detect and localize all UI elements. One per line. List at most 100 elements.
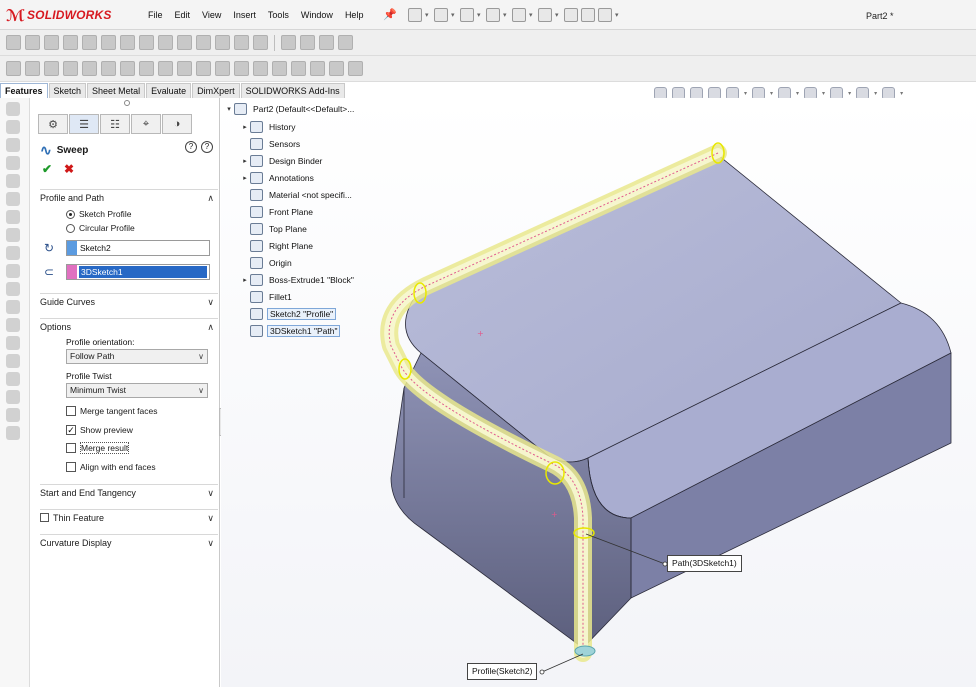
extrude-icon[interactable] [6, 61, 21, 76]
chevron-down-icon[interactable]: ▾ [796, 90, 799, 97]
settings-icon[interactable] [338, 35, 353, 50]
tree-item-history[interactable]: ▸ History [240, 120, 297, 134]
fillet-icon[interactable] [139, 61, 154, 76]
section-profile-and-path[interactable]: Profile and Path ∧ [40, 189, 218, 205]
reference-icon[interactable] [6, 408, 20, 422]
tree-item-design-binder[interactable]: ▸ Design Binder [240, 154, 324, 168]
checkbox[interactable] [66, 462, 76, 472]
profile-callout[interactable]: Profile(Sketch2) [467, 663, 538, 680]
tab-evaluate[interactable]: Evaluate [146, 83, 192, 98]
hole-wizard-icon[interactable] [6, 210, 20, 224]
chevron-down-icon[interactable]: ▾ [900, 90, 903, 97]
measure-icon[interactable] [82, 35, 97, 50]
radio-sketch-profile[interactable]: Sketch Profile [66, 208, 131, 220]
section-start-end-tangency[interactable]: Start and End Tangency ∨ [40, 484, 218, 500]
chevron-down-icon[interactable]: ▾ [477, 11, 483, 19]
tab-sketch[interactable]: Sketch [48, 83, 87, 98]
curves-tool-icon[interactable] [6, 426, 20, 440]
shield-icon[interactable] [120, 35, 135, 50]
chamfer-icon[interactable] [158, 61, 173, 76]
radio-circular-profile[interactable]: Circular Profile [66, 222, 135, 234]
mirror-feature-icon[interactable] [291, 61, 306, 76]
pattern-icon[interactable] [177, 61, 192, 76]
checkbox[interactable] [66, 406, 76, 416]
tree-item-right-plane[interactable]: Right Plane [240, 239, 315, 253]
revolved-cut-icon[interactable] [6, 228, 20, 242]
constraint-icon[interactable] [158, 35, 173, 50]
checkbox-checked[interactable]: ✓ [66, 425, 76, 435]
intersect-icon[interactable] [272, 61, 287, 76]
rib-tool-icon[interactable] [6, 336, 20, 350]
chevron-down-icon[interactable]: ▾ [503, 11, 509, 19]
align-end-faces-option[interactable]: Align with end faces [66, 461, 156, 473]
path-callout[interactable]: Path(3DSketch1) [667, 555, 742, 572]
path-selection-box[interactable]: 3DSketch1 [66, 264, 210, 280]
property-manager-tab-icon[interactable]: ☰ [69, 114, 99, 134]
tree-item-origin[interactable]: Origin [240, 256, 294, 270]
copy-icon[interactable] [300, 35, 315, 50]
spell-check-icon[interactable] [6, 35, 21, 50]
expand-toggle-icon[interactable]: ▸ [240, 174, 250, 182]
expand-toggle-icon[interactable]: ▸ [240, 123, 250, 131]
lofted-boss-icon[interactable] [6, 156, 20, 170]
target-icon[interactable] [319, 35, 334, 50]
section-guide-curves[interactable]: Guide Curves ∨ [40, 293, 218, 309]
expand-toggle-icon[interactable]: ▸ [240, 157, 250, 165]
tree-item-annotations[interactable]: ▸ Annotations [240, 171, 316, 185]
chevron-down-icon[interactable]: ▾ [529, 11, 535, 19]
revolved-boss-icon[interactable] [6, 120, 20, 134]
new-document-icon[interactable] [408, 8, 422, 22]
radio-button[interactable] [66, 209, 75, 219]
tree-item-boss-extrude[interactable]: ▸ Boss-Extrude1 "Block" [240, 273, 356, 287]
cut-icon[interactable] [101, 61, 116, 76]
tree-item-fillet[interactable]: Fillet1 [240, 290, 294, 304]
wrap-icon[interactable] [253, 61, 268, 76]
check-icon[interactable] [281, 35, 296, 50]
lofted-cut-icon[interactable] [6, 264, 20, 278]
rib-icon[interactable] [196, 61, 211, 76]
chevron-down-icon[interactable]: ▾ [822, 90, 825, 97]
tree-root[interactable]: ▾ Part2 (Default<<Default>... [224, 102, 356, 116]
section-thin-feature[interactable]: Thin Feature ∨ [40, 509, 218, 525]
chevron-down-icon[interactable]: ▾ [770, 90, 773, 97]
select-icon[interactable] [538, 8, 552, 22]
chevron-down-icon[interactable]: ▾ [848, 90, 851, 97]
tree-item-3dsketch1[interactable]: 3DSketch1 "Path" [240, 324, 341, 338]
chevron-down-icon[interactable]: ▾ [874, 90, 877, 97]
tree-item-front-plane[interactable]: Front Plane [240, 205, 315, 219]
chevron-down-icon[interactable]: ▾ [744, 90, 747, 97]
draft-icon[interactable] [215, 61, 230, 76]
menu-help[interactable]: Help [339, 10, 370, 20]
loft-icon[interactable] [63, 61, 78, 76]
tab-features[interactable]: Features [0, 83, 48, 98]
menu-edit[interactable]: Edit [169, 10, 197, 20]
checkbox[interactable] [66, 443, 76, 453]
profile-orientation-select[interactable]: Follow Path ∨ [66, 349, 208, 364]
feature-manager-tab-icon[interactable]: ⚙ [38, 114, 68, 134]
print-icon[interactable] [486, 8, 500, 22]
expand-toggle-icon[interactable]: ▸ [240, 276, 250, 284]
tab-addins[interactable]: SOLIDWORKS Add-Ins [240, 83, 345, 98]
profile-selection-box[interactable]: Sketch2 [66, 240, 210, 256]
detailed-help-icon[interactable]: ? [201, 141, 213, 153]
reference-geometry-icon[interactable] [310, 61, 325, 76]
undo-icon[interactable] [512, 8, 526, 22]
chevron-down-icon[interactable]: ▾ [615, 11, 621, 19]
tab-dimxpert[interactable]: DimXpert [192, 83, 240, 98]
save-icon[interactable] [460, 8, 474, 22]
file-properties-icon[interactable] [581, 8, 595, 22]
menu-tools[interactable]: Tools [262, 10, 295, 20]
sweep-icon[interactable] [44, 61, 59, 76]
boundary-boss-icon[interactable] [6, 174, 20, 188]
star-icon[interactable] [234, 35, 249, 50]
ok-button[interactable]: ✔ [42, 162, 52, 176]
menu-file[interactable]: File [142, 10, 169, 20]
open-document-icon[interactable] [434, 8, 448, 22]
gear-icon[interactable] [101, 35, 116, 50]
profile-twist-select[interactable]: Minimum Twist ∨ [66, 383, 208, 398]
panel-grip[interactable] [124, 100, 130, 106]
chevron-down-icon[interactable]: ▾ [555, 11, 561, 19]
extruded-boss-icon[interactable] [6, 102, 20, 116]
tree-item-top-plane[interactable]: Top Plane [240, 222, 309, 236]
tree-item-sketch2[interactable]: Sketch2 "Profile" [240, 307, 337, 321]
